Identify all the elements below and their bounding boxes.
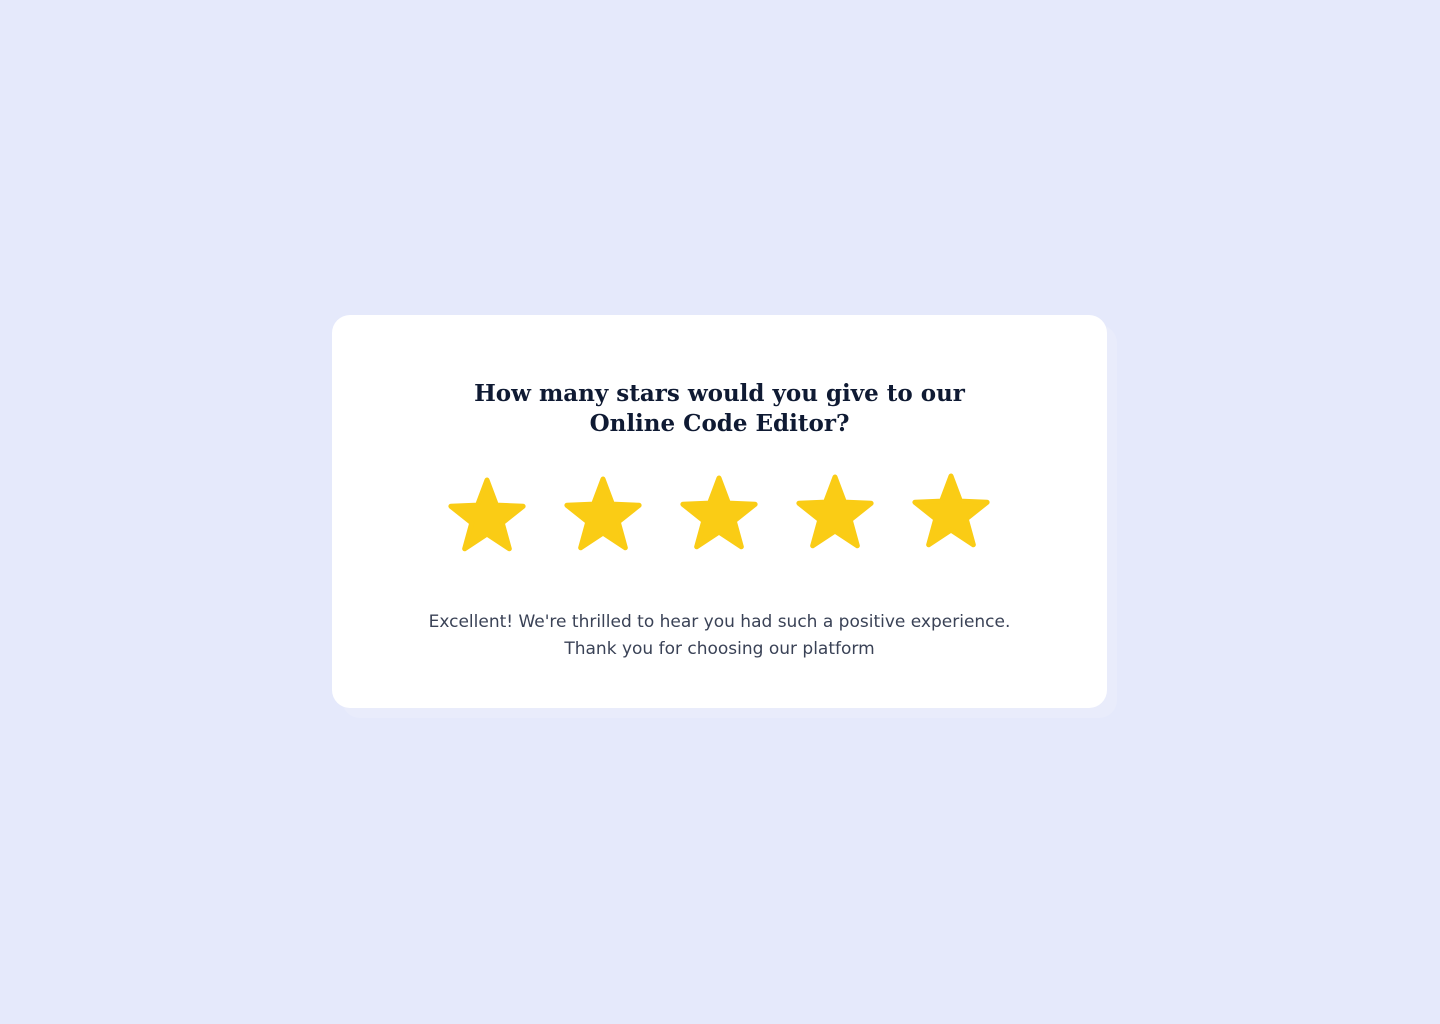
star-2-button[interactable] xyxy=(563,475,643,555)
star-3-button[interactable] xyxy=(679,474,759,554)
star-4-button[interactable] xyxy=(795,473,875,553)
star-icon xyxy=(796,474,874,549)
feedback-line-1: Excellent! We're thrilled to hear you ha… xyxy=(428,612,1011,632)
star-5-button[interactable] xyxy=(911,472,991,552)
feedback-message: Excellent! We're thrilled to hear you ha… xyxy=(332,609,1107,663)
star-icon xyxy=(680,475,758,550)
star-icon xyxy=(912,473,990,548)
rating-card: How many stars would you give to our Onl… xyxy=(332,315,1107,708)
star-icon xyxy=(448,477,526,552)
feedback-line-2: Thank you for choosing our platform xyxy=(564,639,875,659)
star-1-button[interactable] xyxy=(447,476,527,556)
star-icon xyxy=(564,476,642,551)
